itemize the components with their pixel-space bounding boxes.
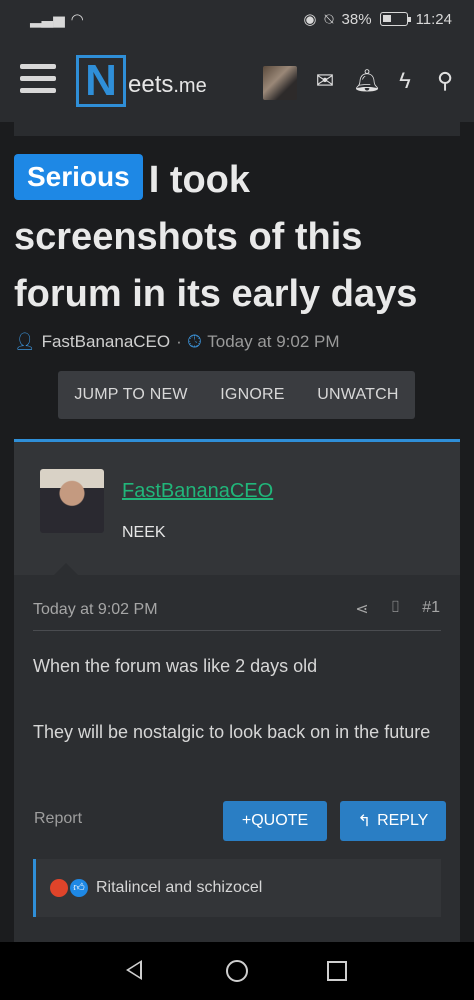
recents-icon[interactable]: [327, 961, 347, 981]
site-logo[interactable]: N eets.me: [76, 55, 207, 107]
thread-time[interactable]: Today at 9:02 PM: [207, 332, 339, 352]
status-left: ▂▃▅ ◠: [30, 10, 84, 28]
status-right: ◉ ⍉ 38% 11:24: [303, 10, 452, 29]
breadcrumb: [14, 122, 460, 136]
back-icon[interactable]: [126, 960, 142, 980]
thread-meta: 👤︎ FastBananaCEO · 🕓︎ Today at 9:02 PM: [14, 332, 340, 352]
reply-button[interactable]: ↰ REPLY: [340, 801, 446, 841]
site-header: N eets.me ✉ 🔔︎ ϟ ⚲: [0, 42, 474, 122]
report-link[interactable]: Report: [34, 810, 82, 828]
clock-icon: 🕓︎: [187, 332, 202, 351]
bell-off-icon: ⍉: [324, 10, 334, 28]
share-icon[interactable]: ⋖: [355, 599, 368, 619]
eye-icon: ◉: [303, 11, 317, 28]
header-icons: ✉ 🔔︎ ϟ ⚲: [313, 68, 457, 94]
ignore-button[interactable]: IGNORE: [220, 386, 284, 404]
post-date[interactable]: Today at 9:02 PM: [33, 601, 158, 619]
reply-icon: ↰: [357, 813, 372, 830]
envelope-icon[interactable]: ✉: [313, 68, 337, 94]
logo-wordmark: eets.me: [128, 71, 207, 98]
battery-percent: 38%: [341, 10, 372, 28]
bolt-icon[interactable]: ϟ: [393, 68, 417, 94]
user-avatar[interactable]: [263, 66, 297, 100]
battery-fill: [382, 15, 391, 22]
user-title: NEEK: [122, 524, 166, 541]
like-reaction-icon: 👍︎: [70, 879, 88, 897]
home-icon[interactable]: [226, 960, 248, 982]
plus-icon: +: [241, 812, 252, 829]
thread-actions: JUMP TO NEW IGNORE UNWATCH: [58, 371, 415, 419]
bookmark-icon[interactable]: ⌷: [391, 599, 401, 619]
reactions-bar[interactable]: 👍︎ Ritalincel and schizocel: [33, 859, 441, 917]
bell-icon[interactable]: 🔔︎: [353, 68, 381, 94]
unwatch-button[interactable]: UNWATCH: [317, 386, 398, 404]
signal-icon: ▂▃▅: [30, 11, 65, 28]
user-icon: 👤︎: [14, 332, 36, 351]
reactions-list[interactable]: Ritalincel and schizocel: [96, 879, 262, 897]
clock-time: 11:24: [415, 10, 452, 28]
post-tools: ⋖ ⌷ #1: [355, 599, 440, 619]
jump-to-new-button[interactable]: JUMP TO NEW: [74, 386, 187, 404]
post-username[interactable]: FastBananaCEO: [122, 480, 273, 503]
search-icon[interactable]: ⚲: [433, 68, 457, 94]
post-paragraph: When the forum was like 2 days old: [33, 656, 318, 676]
status-bar: ▂▃▅ ◠ ◉ ⍉ 38% 11:24: [0, 0, 474, 42]
page-title: Serious I took screenshots of this forum …: [14, 152, 464, 323]
header-pointer: [52, 563, 80, 577]
angry-reaction-icon: [50, 879, 68, 897]
logo-mark: N: [76, 55, 126, 107]
thread-author[interactable]: FastBananaCEO: [42, 332, 171, 352]
system-nav-bar: [0, 942, 474, 1000]
divider: [33, 630, 441, 631]
post-body: When the forum was like 2 days old They …: [33, 650, 443, 749]
battery-icon: [379, 12, 411, 26]
post-header: FastBananaCEO NEEK: [14, 442, 460, 577]
post-paragraph: They will be nostalgic to look back on i…: [33, 722, 431, 742]
wifi-icon: ◠: [70, 11, 84, 28]
avatar[interactable]: [40, 469, 104, 533]
post: FastBananaCEO NEEK Today at 9:02 PM ⋖ ⌷ …: [14, 439, 460, 959]
menu-icon[interactable]: [20, 64, 56, 96]
post-number[interactable]: #1: [422, 599, 440, 619]
thread-prefix-badge[interactable]: Serious: [14, 154, 143, 200]
quote-button[interactable]: + QUOTE: [223, 801, 327, 841]
meta-separator: ·: [176, 332, 182, 351]
